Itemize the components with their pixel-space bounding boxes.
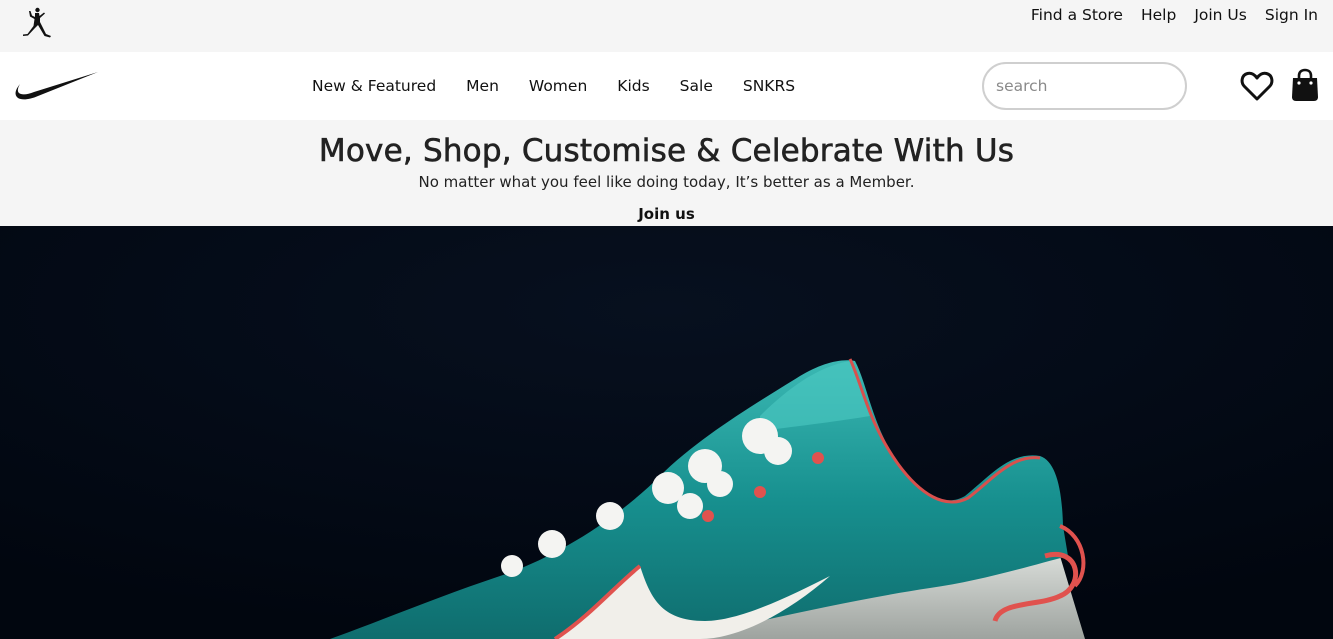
join-us-link[interactable]: Join Us xyxy=(1194,5,1247,25)
sign-in-link[interactable]: Sign In xyxy=(1265,5,1318,25)
utility-bar: Find a Store Help Join Us Sign In xyxy=(0,0,1333,52)
nav-women[interactable]: Women xyxy=(529,76,587,96)
nav-menu: New & Featured Men Women Kids Sale SNKRS xyxy=(312,76,825,96)
find-a-store-link[interactable]: Find a Store xyxy=(1031,5,1123,25)
help-link[interactable]: Help xyxy=(1141,5,1176,25)
shopping-bag-icon[interactable] xyxy=(1290,68,1320,102)
member-banner-subtitle: No matter what you feel like doing today… xyxy=(418,173,915,191)
nav-snkrs[interactable]: SNKRS xyxy=(743,76,795,96)
heart-icon[interactable] xyxy=(1240,70,1274,102)
search-box xyxy=(982,62,1187,110)
nav-men[interactable]: Men xyxy=(466,76,499,96)
nike-swoosh-icon[interactable] xyxy=(14,70,98,102)
sneaker-illustration xyxy=(0,226,1333,639)
nav-new-featured[interactable]: New & Featured xyxy=(312,76,436,96)
main-nav: New & Featured Men Women Kids Sale SNKRS xyxy=(0,52,1333,120)
jordan-jumpman-icon[interactable] xyxy=(20,6,54,40)
member-banner: Move, Shop, Customise & Celebrate With U… xyxy=(0,120,1333,226)
search-input[interactable] xyxy=(994,66,1174,106)
member-banner-title: Move, Shop, Customise & Celebrate With U… xyxy=(318,133,1015,170)
nav-kids[interactable]: Kids xyxy=(617,76,649,96)
nav-sale[interactable]: Sale xyxy=(680,76,713,96)
join-us-cta[interactable]: Join us xyxy=(0,205,1333,223)
hero-image[interactable] xyxy=(0,226,1333,639)
utility-links: Find a Store Help Join Us Sign In xyxy=(1013,5,1318,25)
